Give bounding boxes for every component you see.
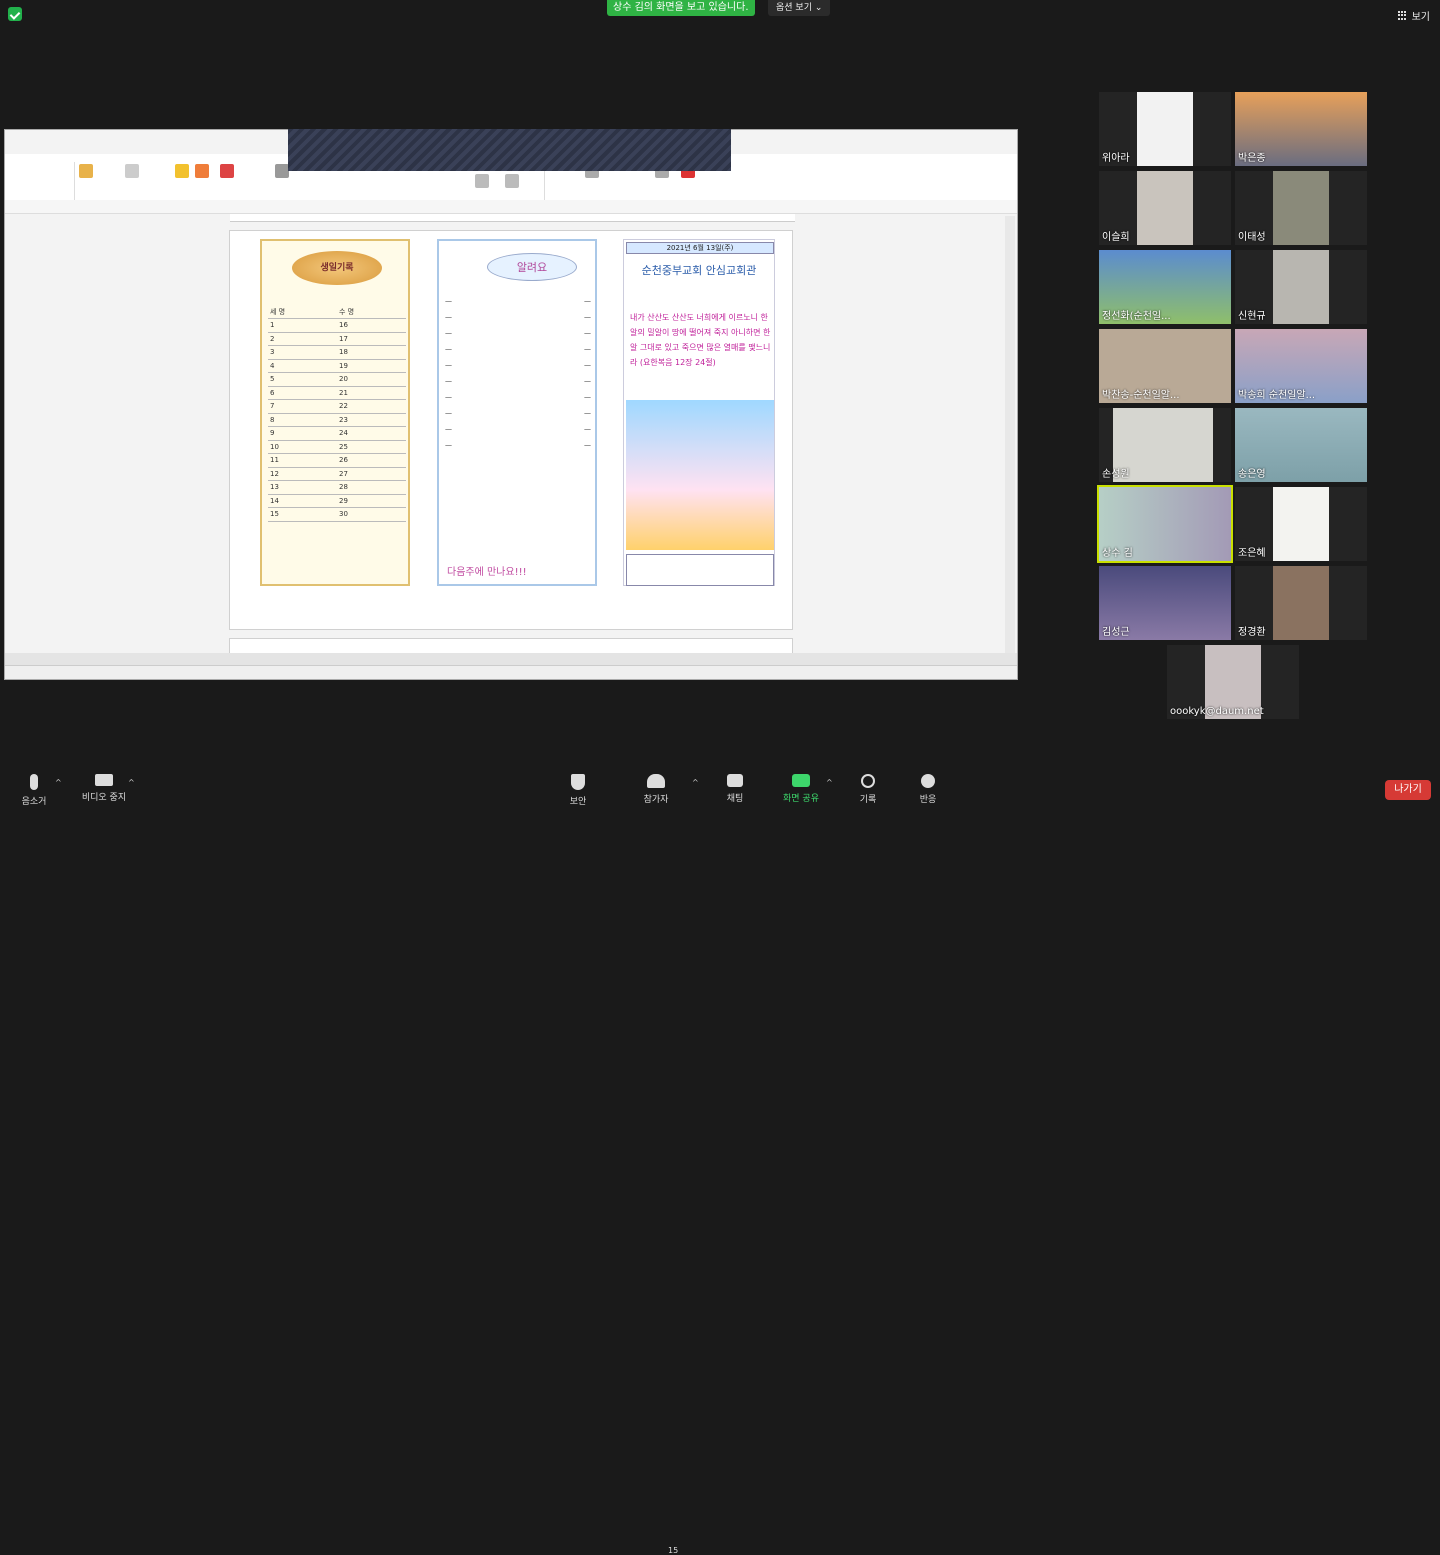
participant-tile[interactable]: 신현규 (1235, 250, 1367, 324)
participant-tile[interactable]: 송은영 (1235, 408, 1367, 482)
participant-name: 이태성 (1238, 232, 1266, 243)
participant-name: 상수 김 (1102, 548, 1133, 559)
notice-rows: — — — — — — — — — — — — — — — — — — — — (445, 297, 591, 449)
security-shield-icon[interactable] (8, 7, 22, 21)
format-bar (5, 200, 1017, 214)
participant-count: 15 (668, 1546, 679, 1555)
participant-name: 박찬송-순천일알... (1102, 390, 1180, 401)
participant-tile[interactable]: 손성원 (1099, 408, 1231, 482)
participant-video (1137, 92, 1193, 166)
view-options-button[interactable]: 옵션 보기 ⌄ (768, 0, 831, 16)
participant-video (1273, 171, 1329, 245)
leave-button[interactable]: 나가기 (1385, 780, 1431, 800)
document-page: 생일기록 세 명수 명 1 16 2 17 3 18 4 19 5 20 6 21 7 22 … (229, 230, 793, 630)
participant-tile[interactable]: 정선화(순천일... (1099, 250, 1231, 324)
participants-button[interactable]: 참가자 (626, 774, 686, 805)
participant-name: 정선화(순천일... (1102, 311, 1171, 322)
participant-name: 손성원 (1102, 469, 1130, 480)
participant-name: 박송희 순천일알... (1238, 390, 1316, 401)
birthday-table: 세 명수 명 1 16 2 17 3 18 4 19 5 20 6 21 7 22 8 23 9… (268, 305, 406, 522)
participant-tile[interactable]: 조은혜 (1235, 487, 1367, 561)
view-label: 보기 (1411, 12, 1430, 23)
participant-name: 송은영 (1238, 469, 1266, 480)
record-icon (861, 774, 875, 788)
participant-tile[interactable]: 이슬희 (1099, 171, 1231, 245)
notice-footer: 다음주에 만나요!!! (447, 567, 527, 578)
sheet-tabs[interactable] (5, 653, 1017, 665)
shared-screen: 생일기록 세 명수 명 1 16 2 17 3 18 4 19 5 20 6 21 7 22 … (4, 129, 1018, 680)
participant-name: 위아라 (1102, 153, 1130, 164)
shield-icon (571, 774, 585, 790)
participants-options-chevron-icon[interactable]: ^ (692, 778, 699, 787)
illustration (626, 400, 774, 550)
smiley-plus-icon (921, 774, 935, 788)
screen-share-banner: 상수 김의 화면을 보고 있습니다. (607, 0, 755, 16)
status-bar (5, 665, 1017, 679)
chat-bubble-icon (727, 774, 743, 787)
bible-verse: 내가 산산도 산산도 너희에게 이르노니 한 알의 밀알이 땅에 떨어져 죽지 … (630, 313, 771, 367)
meeting-toolbar: 음소거 ^ 비디오 중지 ^ 보안 참가자 15 ^ 채팅 화면 공유 ^ 기록… (0, 770, 1440, 1555)
bulletin-date: 2021년 6월 13일(주) (626, 242, 774, 254)
participant-name: 신현규 (1238, 311, 1266, 322)
church-name: 순천중부교회 안심교회관 (641, 264, 757, 277)
notice-column: 알려요 — — — — — — — — — — — — — — — — — — — — 다음주에 만나요!!! (437, 239, 597, 586)
participant-name: 조은혜 (1238, 548, 1266, 559)
participant-tile[interactable]: 박찬송-순천일알... (1099, 329, 1231, 403)
bread-title: 생일기록 (292, 251, 382, 285)
share-options-chevron-icon[interactable]: ^ (826, 778, 833, 787)
people-icon (647, 774, 665, 788)
participant-video (1137, 171, 1193, 245)
security-button[interactable]: 보안 (548, 774, 608, 807)
participant-name: 김성근 (1102, 627, 1130, 638)
participant-tile[interactable]: 김성근 (1099, 566, 1231, 640)
stop-video-button[interactable]: 비디오 중지 (74, 774, 134, 803)
participant-tile[interactable]: 박송희 순천일알... (1235, 329, 1367, 403)
birthday-column: 생일기록 세 명수 명 1 16 2 17 3 18 4 19 5 20 6 21 7 22 … (260, 239, 410, 586)
chat-button[interactable]: 채팅 (705, 774, 765, 804)
participant-video (1273, 250, 1329, 324)
mute-options-chevron-icon[interactable]: ^ (55, 778, 62, 787)
participant-name: oookyk@daum.net (1170, 706, 1264, 717)
participant-tile[interactable]: 이태성 (1235, 171, 1367, 245)
ruler (230, 214, 795, 222)
video-options-chevron-icon[interactable]: ^ (128, 778, 135, 787)
record-button[interactable]: 기록 (838, 774, 898, 805)
grid-icon (1397, 10, 1408, 21)
participant-tile[interactable]: oookyk@daum.net (1167, 645, 1299, 719)
participant-tile[interactable]: 정경환 (1235, 566, 1367, 640)
view-button[interactable]: 보기 (1397, 8, 1430, 23)
participant-name: 정경환 (1238, 627, 1266, 638)
active-speaker-tile[interactable]: 상수 김 (1097, 485, 1233, 563)
redacted-area (288, 129, 731, 171)
participant-name: 박은종 (1238, 153, 1266, 164)
participant-video (1273, 487, 1329, 561)
participant-name: 이슬희 (1102, 232, 1130, 243)
vertical-scrollbar[interactable] (1005, 216, 1015, 656)
microphone-icon (30, 774, 38, 790)
participant-tile[interactable]: 박은종 (1235, 92, 1367, 166)
participant-video (1273, 566, 1329, 640)
notice-title: 알려요 (487, 253, 577, 281)
church-column: 2021년 6월 13일(주) 순천중부교회 안심교회관 내가 산산도 산산도 … (623, 239, 775, 586)
reactions-button[interactable]: 반응 (898, 774, 958, 805)
address-box (626, 554, 774, 586)
share-arrow-icon (792, 774, 810, 787)
video-camera-icon (95, 774, 113, 786)
participant-tile[interactable]: 위아라 (1099, 92, 1231, 166)
share-screen-button[interactable]: 화면 공유 (771, 774, 831, 804)
